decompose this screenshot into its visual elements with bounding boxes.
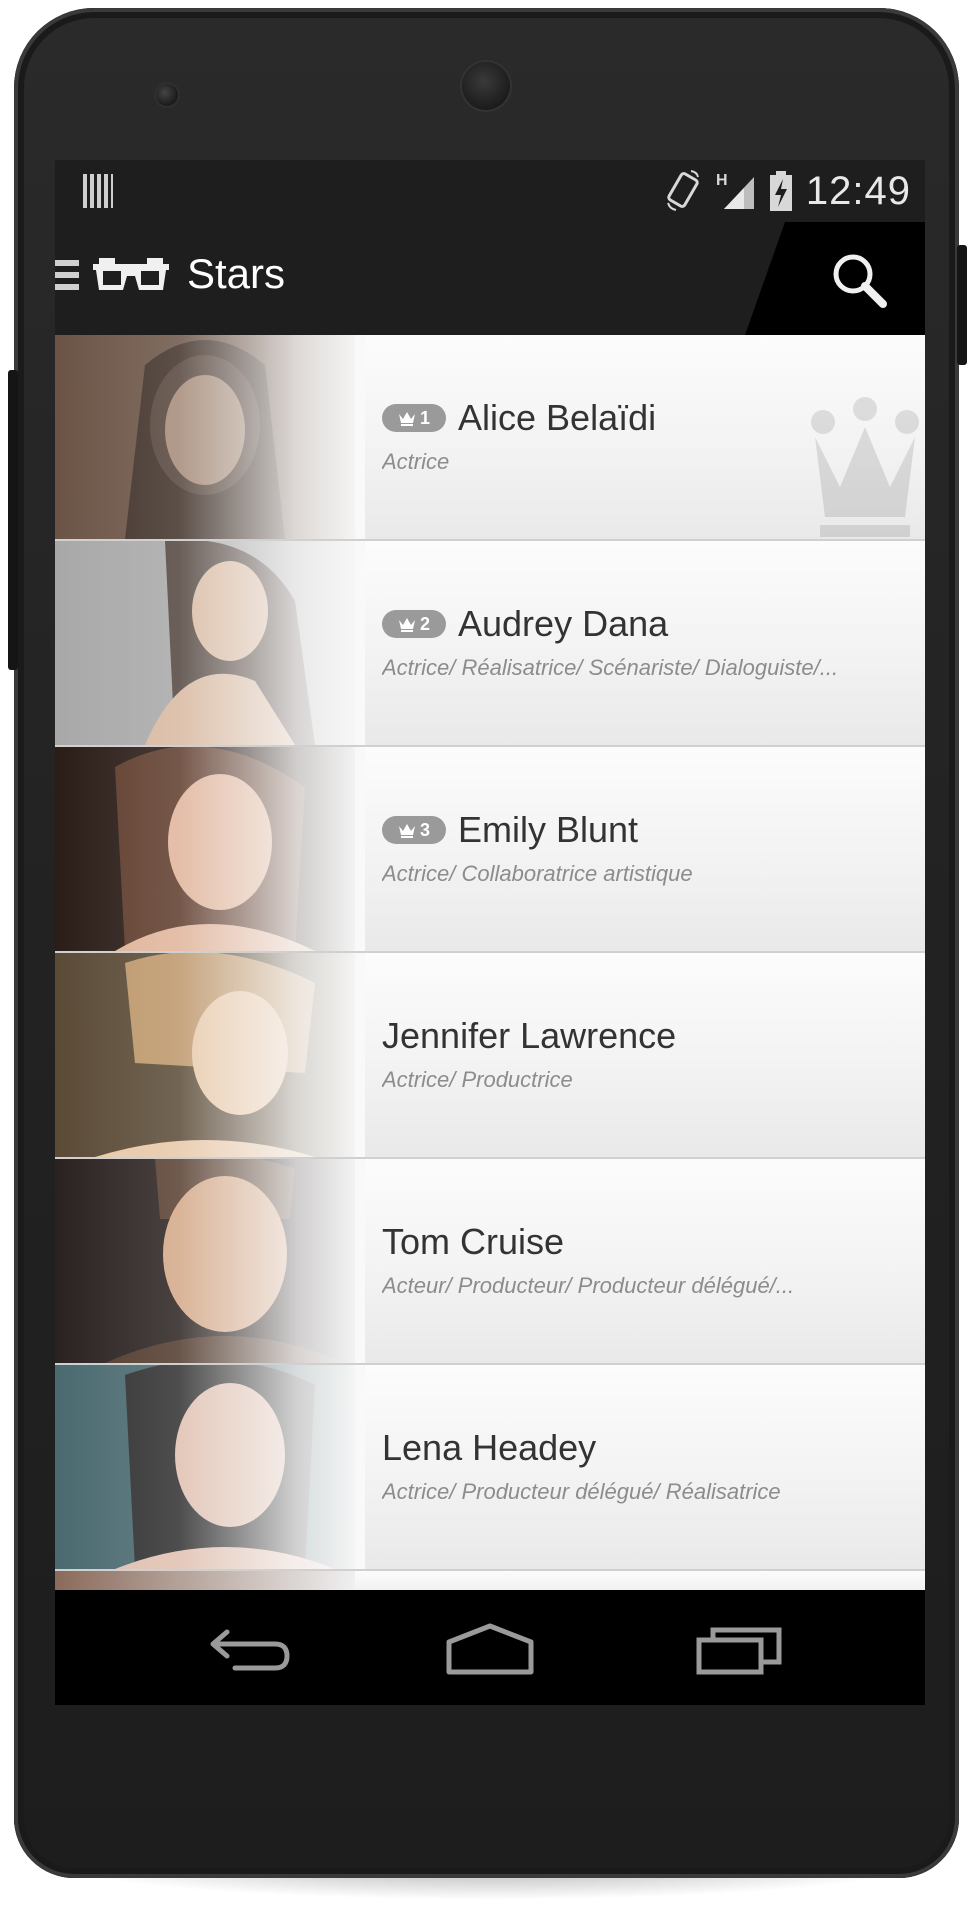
3d-glasses-icon[interactable] [91,254,171,300]
clock: 12:49 [805,168,911,213]
earpiece-speaker [462,62,510,110]
star-roles: Actrice/ Productrice [382,1067,573,1092]
photo-fade [55,335,365,539]
list-item[interactable]: 3 Emily Blunt Actrice/ Collaboratrice ar… [55,747,925,953]
device-mockup: H 12:49 Stars 1 Alice Belaïdi Actrice 2 … [0,0,973,1923]
star-roles: Actrice/ Collaboratrice artistique [382,861,693,886]
star-name: Audrey Dana [458,603,669,644]
photo-fade [55,1159,365,1363]
action-bar: Stars [55,222,925,335]
home-icon[interactable] [445,1618,535,1678]
photo-fade [55,747,365,951]
rank-badge: 1 [382,404,446,432]
barcode-notification-icon [83,174,113,208]
rank-badge: 2 [382,610,446,638]
recent-apps-icon[interactable] [695,1618,785,1678]
status-bar: H 12:49 [55,160,925,222]
star-roles: Acteur/ Producteur/ Producteur délégué/.… [382,1273,795,1298]
photo-fade [55,1365,365,1569]
star-roles: Actrice/ Réalisatrice/ Scénariste/ Dialo… [382,655,839,680]
search-icon[interactable] [829,250,889,310]
volume-button [8,370,18,670]
stars-list: 1 Alice Belaïdi Actrice 2 Audrey Dana Ac… [55,335,925,1601]
drawer-menu-icon[interactable] [55,260,79,298]
crown-icon [398,824,415,838]
status-icons: H 12:49 [664,166,911,216]
power-button [957,245,967,365]
battery-charging-icon [769,171,792,211]
rotation-icon [666,170,699,211]
page-title: Stars [187,250,286,297]
crown-icon [398,412,415,426]
star-info: Jennifer Lawrence Actrice/ Productrice [382,1015,902,1093]
star-info: 1 Alice Belaïdi Actrice [382,397,902,475]
signal-icon: H [716,172,754,209]
back-icon[interactable] [205,1618,295,1678]
star-name: Lena Headey [382,1427,597,1468]
list-item[interactable]: Jennifer Lawrence Actrice/ Productrice [55,953,925,1159]
star-name: Jennifer Lawrence [382,1015,677,1056]
star-name: Emily Blunt [458,809,639,850]
star-name: Alice Belaïdi [458,397,657,438]
front-camera [156,84,178,106]
star-roles: Actrice/ Producteur délégué/ Réalisatric… [382,1479,781,1504]
photo-fade [55,541,365,745]
star-name: Tom Cruise [382,1221,565,1262]
list-item[interactable]: 2 Audrey Dana Actrice/ Réalisatrice/ Scé… [55,541,925,747]
svg-text:H: H [716,172,728,189]
rank-number: 2 [419,613,430,634]
star-info: 2 Audrey Dana Actrice/ Réalisatrice/ Scé… [382,603,902,681]
crown-icon [398,618,415,632]
screen: H 12:49 Stars 1 Alice Belaïdi Actrice 2 … [55,160,925,1705]
rank-number: 1 [419,407,430,428]
list-item[interactable]: Lena Headey Actrice/ Producteur délégué/… [55,1365,925,1571]
rank-badge: 3 [382,816,446,844]
rank-number: 3 [419,819,430,840]
star-roles: Actrice [382,449,450,474]
star-info: Lena Headey Actrice/ Producteur délégué/… [382,1427,902,1505]
navigation-bar [55,1590,925,1705]
star-info: 3 Emily Blunt Actrice/ Collaboratrice ar… [382,809,902,887]
star-info: Tom Cruise Acteur/ Producteur/ Producteu… [382,1221,902,1299]
photo-fade [55,953,365,1157]
list-item[interactable]: 1 Alice Belaïdi Actrice [55,335,925,541]
list-item[interactable]: Tom Cruise Acteur/ Producteur/ Producteu… [55,1159,925,1365]
